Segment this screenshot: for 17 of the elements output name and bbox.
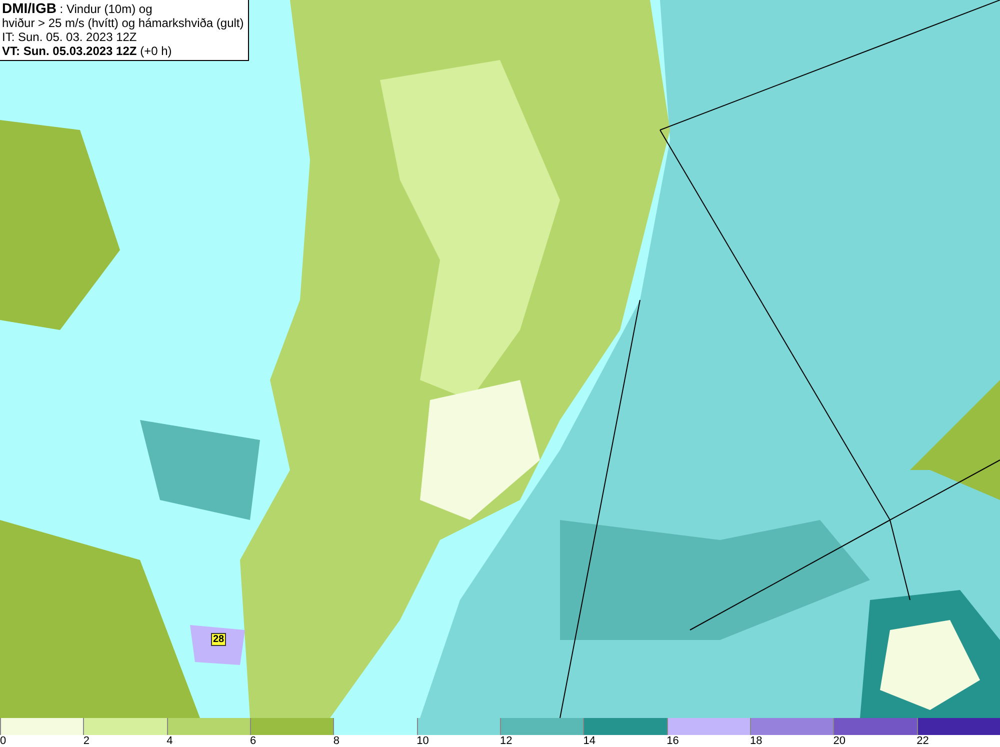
legend-tick-label: 22 (916, 735, 929, 747)
legend-tick-label: 14 (583, 735, 596, 747)
legend-tick-label: 2 (83, 735, 90, 747)
legend-tick-label: 18 (750, 735, 762, 747)
gust-label: 28 (211, 633, 226, 646)
header-line: hviður > 25 m/s (hvítt) og hámarkshviða (gult) (2, 16, 244, 30)
legend-tick-label: 8 (333, 735, 340, 747)
legend-tick-label: 12 (500, 735, 512, 747)
header-line: DMI/IGB : Vindur (10m) og (2, 1, 154, 16)
legend-tick-label: 6 (250, 735, 256, 747)
legend-tick-label: 10 (416, 735, 429, 747)
legend-tick-label: 20 (833, 735, 846, 747)
legend-tick-label: 4 (166, 735, 173, 747)
header-line: VT: Sun. 05.03.2023 12Z (+0 h) (2, 44, 173, 58)
legend-tick-label: 16 (666, 735, 679, 747)
legend-tick-label: 0 (0, 735, 6, 747)
header-line: IT: Sun. 05. 03. 2023 12Z (2, 30, 138, 44)
